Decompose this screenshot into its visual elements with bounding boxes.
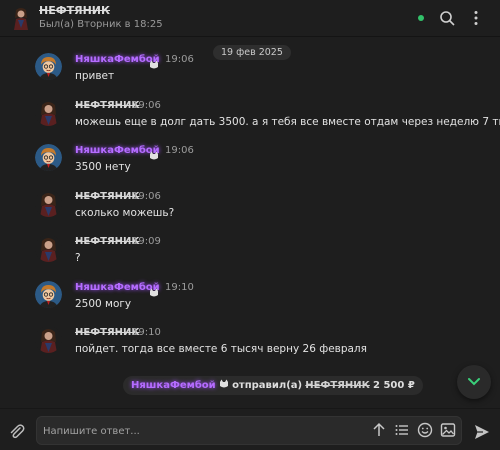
- message-text: 3500 нету: [75, 161, 131, 173]
- message-time: 19:06: [165, 145, 194, 156]
- transfer-amount: 2 500 ₽: [373, 380, 415, 391]
- contact-avatar[interactable]: [35, 99, 62, 126]
- chevron-down-icon: [468, 378, 480, 386]
- more-vertical-icon[interactable]: [467, 9, 485, 27]
- contact-avatar[interactable]: [35, 235, 62, 262]
- last-seen-status: Был(а) Вторник в 18:25: [39, 19, 163, 30]
- message-input[interactable]: [43, 423, 363, 440]
- self-avatar[interactable]: [35, 144, 62, 171]
- transfer-notice: НяшкаФембой отправил(а) НЕФТЯНИК 2 500 ₽: [123, 376, 423, 395]
- message-time: 19:09: [132, 236, 161, 247]
- contact-avatar[interactable]: [35, 190, 62, 217]
- online-dot: [418, 15, 424, 21]
- cat-icon: [219, 379, 228, 388]
- message-text: пойдет. тогда все вместе 6 тысяч верну 2…: [75, 343, 367, 355]
- cat-icon: [149, 283, 159, 297]
- message-author[interactable]: НЕФТЯНИК: [75, 100, 140, 111]
- transfer-verb: отправил(а): [232, 380, 303, 391]
- message-text: можешь еще в долг дать 3500. а я тебя вс…: [75, 116, 500, 128]
- transfer-recipient[interactable]: НЕФТЯНИК: [305, 380, 370, 391]
- self-avatar[interactable]: [35, 53, 62, 80]
- message-author[interactable]: НЕФТЯНИК: [75, 236, 140, 247]
- date-separator: 19 фев 2025: [213, 45, 291, 60]
- send-icon[interactable]: [473, 423, 491, 441]
- attach-icon[interactable]: [8, 423, 26, 441]
- chat-header: НЕФТЯНИК Был(а) Вторник в 18:25: [0, 0, 500, 37]
- message-time: 19:10: [165, 282, 194, 293]
- contact-name[interactable]: НЕФТЯНИК: [39, 4, 110, 17]
- message-author[interactable]: НЕФТЯНИК: [75, 191, 140, 202]
- message-time: 19:10: [132, 327, 161, 338]
- message-author[interactable]: НяшкаФембой: [75, 282, 160, 293]
- contact-avatar[interactable]: [35, 326, 62, 353]
- contact-avatar[interactable]: [10, 6, 32, 30]
- emoji-icon[interactable]: [417, 422, 433, 438]
- self-avatar[interactable]: [35, 281, 62, 308]
- scroll-to-bottom-button[interactable]: [457, 365, 491, 399]
- message-time: 19:06: [132, 100, 161, 111]
- transfer-sender[interactable]: НяшкаФембой: [131, 380, 216, 391]
- message-author[interactable]: НяшкаФембой: [75, 145, 160, 156]
- arrow-up-icon[interactable]: [371, 422, 387, 438]
- cat-icon: [149, 146, 159, 160]
- message-time: 19:06: [132, 191, 161, 202]
- image-icon[interactable]: [440, 422, 456, 438]
- message-author[interactable]: НЕФТЯНИК: [75, 327, 140, 338]
- message-time: 19:06: [165, 54, 194, 65]
- message-text: ?: [75, 252, 81, 264]
- search-icon[interactable]: [438, 9, 456, 27]
- message-author[interactable]: НяшкаФембой: [75, 54, 160, 65]
- message-text: привет: [75, 70, 115, 82]
- message-text: 2500 могу: [75, 298, 132, 310]
- list-format-icon[interactable]: [394, 422, 410, 438]
- cat-icon: [149, 55, 159, 69]
- message-text: сколько можешь?: [75, 207, 175, 219]
